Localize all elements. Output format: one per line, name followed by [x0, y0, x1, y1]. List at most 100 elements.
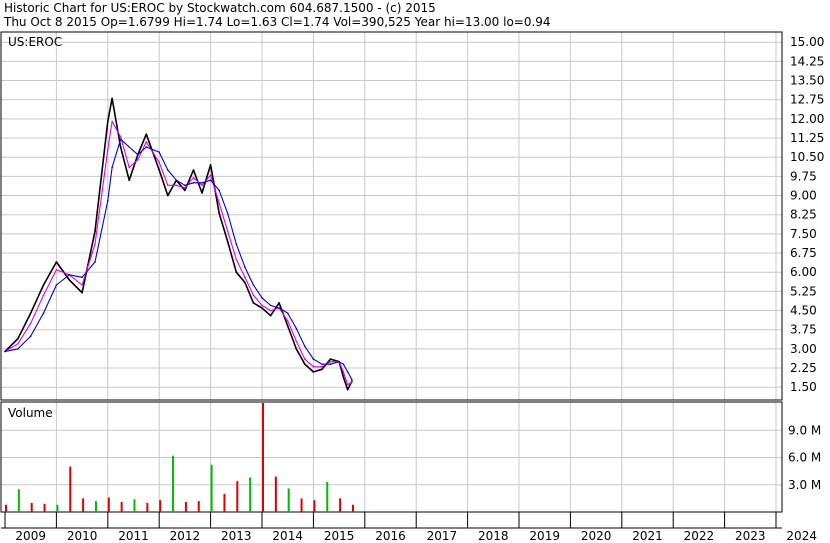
price-point [261, 304, 263, 307]
x-tick-label: 2022 [684, 529, 715, 543]
volume-bar [274, 476, 277, 512]
price-point [278, 307, 280, 309]
price-point [29, 335, 32, 337]
price-point [346, 383, 349, 386]
price-point [244, 281, 246, 284]
price-point [235, 258, 238, 261]
price-point [226, 230, 229, 233]
price-point [304, 358, 306, 360]
price-tick-label: 11.25 [790, 131, 824, 145]
price-point [321, 366, 323, 368]
price-point [119, 138, 122, 141]
x-tick-label: 2012 [170, 529, 201, 543]
price-point [107, 120, 109, 123]
x-tick-label: 2010 [67, 529, 98, 543]
price-tick-label: 12.00 [790, 112, 824, 126]
volume-bar [326, 482, 329, 512]
x-tick-label: 2019 [529, 529, 560, 543]
price-tick-label: 3.75 [790, 323, 817, 337]
volume-tick-labels: 9.0 M 6.0 M 3.0 M [788, 423, 821, 492]
price-point [55, 261, 58, 263]
price-point [42, 294, 45, 297]
price-point [17, 348, 19, 350]
price-point [29, 312, 32, 314]
x-tick-label: 2017 [427, 529, 458, 543]
price-point [158, 151, 160, 153]
price-point [158, 161, 160, 164]
price-point [209, 174, 212, 176]
price-point [128, 166, 130, 169]
price-point [81, 291, 83, 294]
volume-bar [351, 504, 354, 512]
price-point [304, 363, 306, 366]
price-point [119, 146, 122, 148]
price-point [201, 182, 203, 184]
volume-bar [197, 501, 200, 512]
volume-bar [262, 403, 264, 512]
volume-tick-label: 9.0 M [788, 423, 821, 437]
price-point [346, 371, 349, 373]
price-tick-label: 4.50 [790, 304, 817, 318]
price-point [261, 307, 263, 309]
price-point [128, 179, 130, 181]
price-point [312, 358, 315, 360]
price-point [175, 184, 178, 187]
price-point [111, 120, 113, 123]
price-point [342, 363, 345, 366]
volume-bar [172, 455, 175, 512]
price-panel-frame [0, 31, 783, 401]
x-tick-label: 2013 [221, 529, 252, 543]
price-point [158, 169, 160, 171]
price-point [244, 266, 246, 268]
volume-bar [133, 499, 136, 512]
x-tick-label: 2011 [118, 529, 149, 543]
price-point [145, 141, 148, 143]
price-tick-label: 14.25 [790, 54, 824, 68]
volume-bar [146, 502, 149, 512]
price-point [209, 164, 212, 166]
price-point [286, 320, 289, 322]
price-point [342, 376, 345, 378]
price-point [261, 297, 263, 299]
volume-bar [159, 500, 162, 512]
price-tick-label: 9.75 [790, 169, 817, 183]
price-point [312, 366, 315, 368]
volume-bar [82, 498, 85, 512]
stock-chart: US:EROC Volume 15.00 14.25 13.50 12.75 12.00… [0, 31, 824, 543]
price-point [338, 360, 340, 363]
price-point [252, 302, 255, 304]
volume-bar [184, 502, 187, 512]
price-point [312, 371, 315, 373]
price-point [4, 350, 6, 353]
price-point [342, 371, 345, 373]
price-point [226, 240, 229, 243]
x-tick-label: 2014 [272, 529, 303, 543]
price-point [167, 184, 169, 187]
x-tick-label: 2023 [735, 529, 766, 543]
price-point [145, 133, 148, 135]
price-point [184, 184, 186, 187]
price-tick-label: 6.00 [790, 265, 817, 279]
price-grid [1, 32, 782, 400]
volume-bar [339, 498, 342, 512]
price-point [94, 261, 96, 263]
volume-bar [30, 502, 33, 512]
price-point [295, 340, 298, 343]
volume-bar [249, 477, 252, 512]
price-series-line-0 [4, 97, 353, 391]
price-point [137, 159, 139, 161]
price-point [201, 184, 203, 187]
price-point [218, 212, 220, 215]
x-tick-label: 2021 [632, 529, 663, 543]
volume-tick-label: 3.0 M [788, 478, 821, 492]
price-tick-label: 10.50 [790, 150, 824, 164]
x-tick-label: 2015 [324, 529, 355, 543]
price-point [226, 212, 229, 215]
volume-bar [287, 488, 290, 512]
price-tick-label: 6.75 [790, 246, 817, 260]
price-point [321, 363, 323, 366]
price-point [295, 327, 298, 330]
price-tick-label: 13.50 [790, 74, 824, 88]
volume-bar [17, 489, 20, 512]
volume-bar [107, 497, 110, 512]
